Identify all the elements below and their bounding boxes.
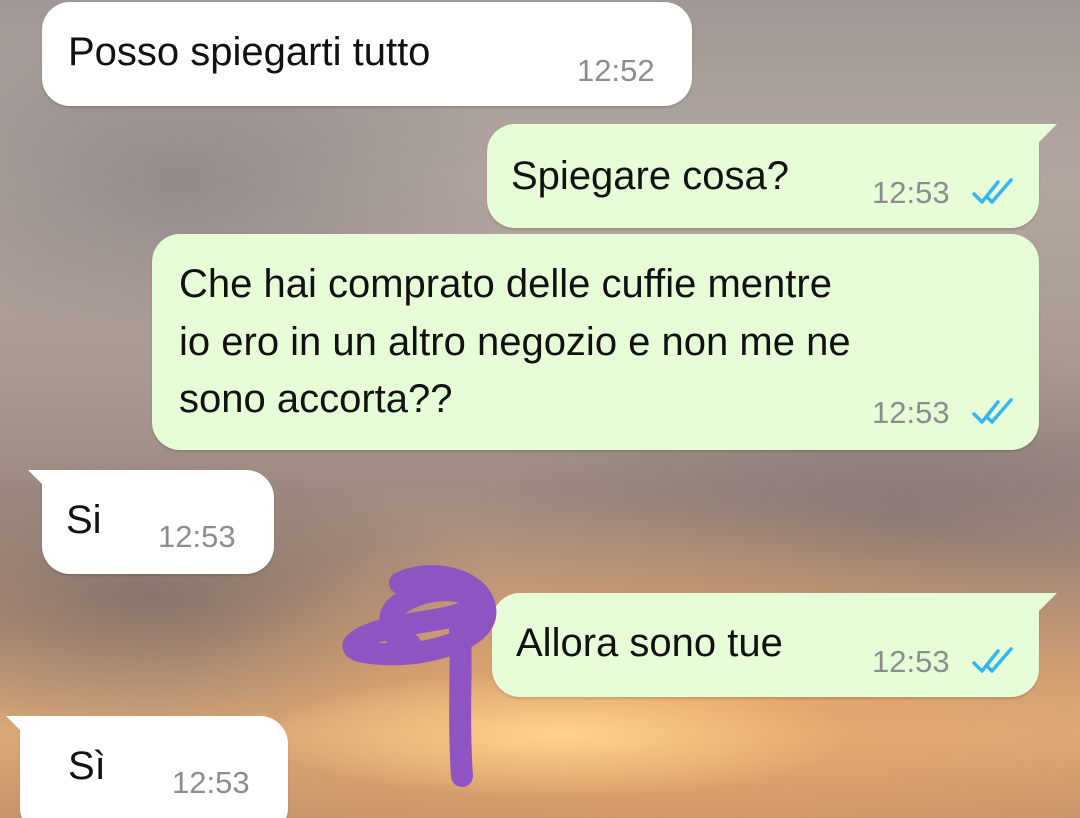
message-timestamp: 12:53 <box>158 519 236 554</box>
message-timestamp: 12:53 <box>172 765 250 800</box>
bubble-tail <box>6 716 36 746</box>
double-check-icon <box>972 178 1013 204</box>
message-bubble-outgoing[interactable]: Allora sono tue 12:53 <box>492 593 1057 697</box>
bubble-tail <box>1027 124 1057 154</box>
message-text: Allora sono tue <box>516 621 783 665</box>
message-bubble-incoming[interactable]: Si 12:53 <box>28 470 274 574</box>
message-bubble-outgoing[interactable]: Che hai comprato delle cuffie mentre io … <box>152 234 1039 450</box>
message-timestamp: 12:52 <box>577 53 655 88</box>
double-check-icon <box>972 647 1013 673</box>
message-text-line: io ero in un altro negozio e non me ne <box>179 320 851 364</box>
message-text: Sì <box>68 744 106 788</box>
message-text-line: sono accorta?? <box>179 377 453 421</box>
message-timestamp: 12:53 <box>872 395 950 430</box>
message-timestamp: 12:53 <box>872 175 950 210</box>
hand-drawn-doodle-icon <box>342 565 497 787</box>
message-text: Spiegare cosa? <box>511 154 789 198</box>
bubble-tail <box>1027 593 1057 623</box>
chat-conversation: Posso spiegarti tutto 12:52 Spiegare cos… <box>0 0 1080 818</box>
message-text: Si <box>66 498 102 542</box>
message-bubble-incoming[interactable]: Posso spiegarti tutto 12:52 <box>42 2 692 106</box>
message-bubble-incoming[interactable]: Sì 12:53 <box>6 716 288 818</box>
message-timestamp: 12:53 <box>872 644 950 679</box>
message-text-line: Che hai comprato delle cuffie mentre <box>179 262 832 306</box>
message-text: Posso spiegarti tutto <box>68 30 431 74</box>
double-check-icon <box>972 398 1013 424</box>
message-bubble-outgoing[interactable]: Spiegare cosa? 12:53 <box>487 124 1057 228</box>
bubble-tail <box>28 470 58 500</box>
